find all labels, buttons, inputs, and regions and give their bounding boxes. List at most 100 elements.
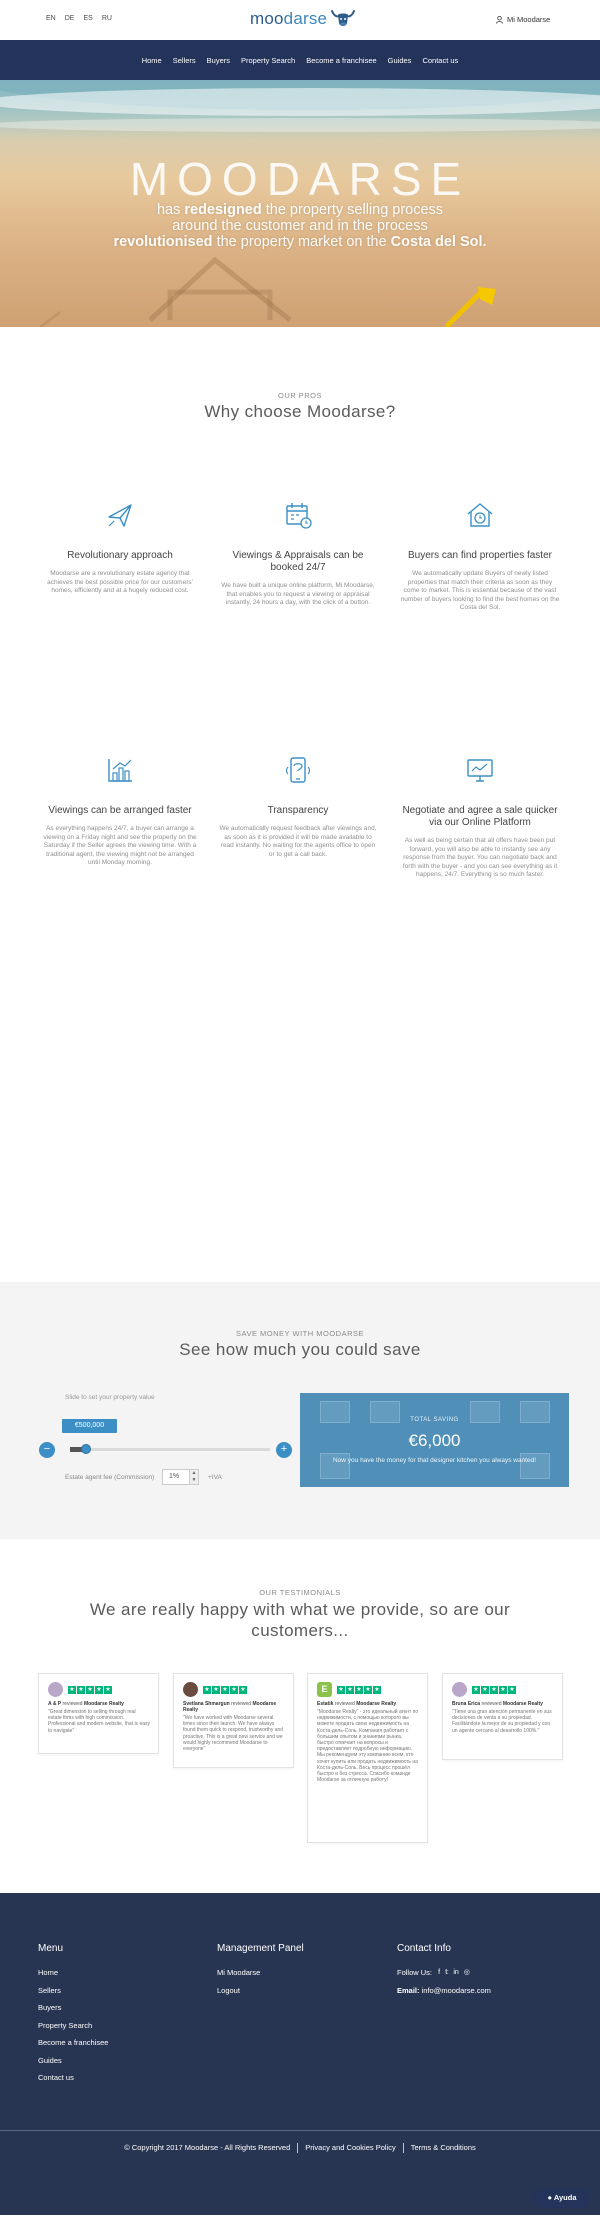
reviewer-line: Bruna Erica reviewed Moodarse Realty bbox=[452, 1701, 543, 1707]
rating-stars: ★ ★ ★ ★ ★ bbox=[203, 1685, 247, 1694]
total-saving-caption: Now you have the money for that designer… bbox=[332, 1457, 537, 1464]
review-text: "Great dimension to selling through real… bbox=[48, 1709, 150, 1734]
footer-contact: Contact Info Follow Us: f 𝕥 in ◎ Email: … bbox=[397, 1943, 491, 1999]
feature-title: Negotiate and agree a sale quicker via o… bbox=[402, 805, 558, 828]
follow-us-row: Follow Us: f 𝕥 in ◎ bbox=[397, 1964, 491, 1982]
feature-title: Buyers can find properties faster bbox=[408, 550, 552, 561]
testimonials-title: We are really happy with what we provide… bbox=[89, 1600, 511, 1640]
footer-bottom: © Copyright 2017 Moodarse - All Rights R… bbox=[0, 2143, 600, 2154]
feature-revolutionary: Revolutionary approach Moodarse are a re… bbox=[40, 500, 200, 596]
footer-link-guides[interactable]: Guides bbox=[38, 2052, 108, 2070]
chart-icon bbox=[108, 759, 132, 782]
total-saving-card: TOTAL SAVING €6,000 Now you have the mon… bbox=[300, 1393, 569, 1487]
slider-handle[interactable] bbox=[81, 1444, 91, 1454]
nav-sellers[interactable]: Sellers bbox=[173, 56, 196, 65]
review-text: "Moodarse Realty" - это идеальный агент … bbox=[317, 1709, 419, 1784]
testimonials-kicker: OUR TESTIMONIALS bbox=[259, 1588, 341, 1597]
nav-guides[interactable]: Guides bbox=[388, 56, 412, 65]
decrease-value-button[interactable]: − bbox=[39, 1442, 55, 1458]
footer-menu-title: Menu bbox=[38, 1943, 64, 1954]
nav-contact[interactable]: Contact us bbox=[422, 56, 458, 65]
iva-label: +IVA bbox=[208, 1474, 222, 1481]
footer-link-property-search[interactable]: Property Search bbox=[38, 2017, 108, 2035]
logo-text: moodarse bbox=[250, 9, 328, 28]
reviewer-line: Estatik reviewed Moodarse Realty bbox=[317, 1701, 397, 1707]
instagram-icon[interactable]: ◎ bbox=[464, 1964, 470, 1982]
feature-transparency: Transparency We automatically request fe… bbox=[218, 755, 378, 859]
language-switcher: EN DE ES RU bbox=[46, 15, 112, 22]
pros-title: Why choose Moodarse? bbox=[204, 402, 396, 421]
wave-foam bbox=[0, 118, 600, 132]
savings-kicker: SAVE MONEY WITH MOODARSE bbox=[236, 1329, 364, 1338]
bull-logo-icon bbox=[331, 10, 356, 26]
footer-menu: Menu Home Sellers Buyers Property Search… bbox=[38, 1943, 108, 2087]
feature-title: Viewings & Appraisals can be booked 24/7 bbox=[232, 550, 364, 573]
logo[interactable]: moodarse bbox=[250, 8, 356, 30]
nav-become-franchisee[interactable]: Become a franchisee bbox=[306, 56, 376, 65]
rating-stars: ★ ★ ★ ★ ★ bbox=[472, 1685, 516, 1694]
feature-text: We have built a unique online platform, … bbox=[221, 582, 375, 606]
help-button[interactable]: ● Ayuda bbox=[534, 2188, 590, 2208]
testimonial-card: ★ ★ ★ ★ ★ Bruna Erica reviewed Moodarse Real… bbox=[442, 1673, 563, 1760]
reviewer-line: A & P reviewed Moodarse Realty bbox=[48, 1701, 124, 1707]
property-value-slider[interactable] bbox=[70, 1444, 270, 1454]
feature-title: Transparency bbox=[267, 805, 329, 816]
avatar: E bbox=[317, 1682, 332, 1697]
terms-link[interactable]: Terms & Conditions bbox=[411, 2143, 476, 2152]
footer-panel-title: Management Panel bbox=[217, 1943, 304, 1954]
review-text: "We have worked with Moodarse several ti… bbox=[183, 1715, 284, 1753]
nav-buyers[interactable]: Buyers bbox=[207, 56, 230, 65]
account-label: Mi Moodarse bbox=[507, 15, 551, 24]
lang-es[interactable]: ES bbox=[83, 15, 92, 22]
fee-label: Estate agent fee (Commission) bbox=[65, 1474, 155, 1481]
phone-icon bbox=[285, 757, 311, 783]
rating-stars: ★ ★ ★ ★ ★ bbox=[68, 1685, 112, 1694]
footer-contact-title: Contact Info bbox=[397, 1943, 451, 1954]
calendar-icon bbox=[286, 503, 312, 529]
avatar bbox=[183, 1682, 198, 1697]
wave-foam bbox=[0, 88, 600, 116]
facebook-icon[interactable]: f bbox=[438, 1964, 440, 1982]
commission-spinner[interactable]: ▲ ▼ bbox=[189, 1469, 199, 1485]
pros-kicker: OUR PROS bbox=[277, 391, 322, 400]
copyright: © Copyright 2017 Moodarse - All Rights R… bbox=[124, 2143, 291, 2152]
shovel-decoration bbox=[445, 287, 496, 327]
top-bar: EN DE ES RU moodarse Mi Moodarse bbox=[0, 0, 600, 40]
hero-subtitle: has redesigned the property selling proc… bbox=[113, 202, 487, 250]
privacy-link[interactable]: Privacy and Cookies Policy bbox=[305, 2143, 395, 2152]
lang-en[interactable]: EN bbox=[46, 15, 56, 22]
footer-link-buyers[interactable]: Buyers bbox=[38, 1999, 108, 2017]
account-link[interactable]: Mi Moodarse bbox=[496, 15, 550, 24]
savings-section: SAVE MONEY WITH MOODARSE See how much yo… bbox=[0, 1282, 600, 1539]
footer-link-logout[interactable]: Logout bbox=[217, 1982, 304, 2000]
property-value-badge: €500,000 bbox=[62, 1419, 117, 1433]
avatar bbox=[48, 1682, 63, 1697]
monitor-icon bbox=[467, 759, 493, 782]
footer-link-contact[interactable]: Contact us bbox=[38, 2069, 108, 2087]
footer-link-franchisee[interactable]: Become a franchisee bbox=[38, 2034, 108, 2052]
feature-viewings-arranged: Viewings can be arranged faster As every… bbox=[40, 755, 200, 868]
feature-text: We automatically request feedback after … bbox=[219, 825, 377, 858]
nav-home[interactable]: Home bbox=[142, 56, 162, 65]
footer-link-sellers[interactable]: Sellers bbox=[38, 1982, 108, 2000]
email-row: Email: info@moodarse.com bbox=[397, 1985, 491, 1995]
reviewer-line: Svetlana Shmargun reviewed Moodarse Real… bbox=[183, 1701, 277, 1713]
total-saving-label: TOTAL SAVING bbox=[410, 1417, 459, 1423]
increase-value-button[interactable]: + bbox=[276, 1442, 292, 1458]
hero-title: MOODARSE bbox=[129, 153, 471, 205]
twitter-icon[interactable]: 𝕥 bbox=[445, 1964, 448, 1982]
nav-property-search[interactable]: Property Search bbox=[241, 56, 295, 65]
footer-link-home[interactable]: Home bbox=[38, 1964, 108, 1982]
email-link[interactable]: info@moodarse.com bbox=[422, 1986, 491, 1995]
lang-de[interactable]: DE bbox=[65, 15, 75, 22]
slider-label: Slide to set your property value bbox=[65, 1394, 155, 1401]
footer-management-panel: Management Panel Mi Moodarse Logout bbox=[217, 1943, 304, 1999]
footer-link-mi-moodarse[interactable]: Mi Moodarse bbox=[217, 1964, 304, 1982]
lang-ru[interactable]: RU bbox=[102, 15, 112, 22]
house-clock-icon bbox=[467, 503, 493, 527]
linkedin-icon[interactable]: in bbox=[453, 1964, 458, 1982]
feature-negotiate-online: Negotiate and agree a sale quicker via o… bbox=[400, 755, 560, 880]
feature-text: We automatically update Buyers of newly … bbox=[400, 570, 560, 611]
rating-stars: ★ ★ ★ ★ ★ bbox=[337, 1685, 381, 1694]
total-saving-amount: €6,000 bbox=[408, 1431, 461, 1450]
